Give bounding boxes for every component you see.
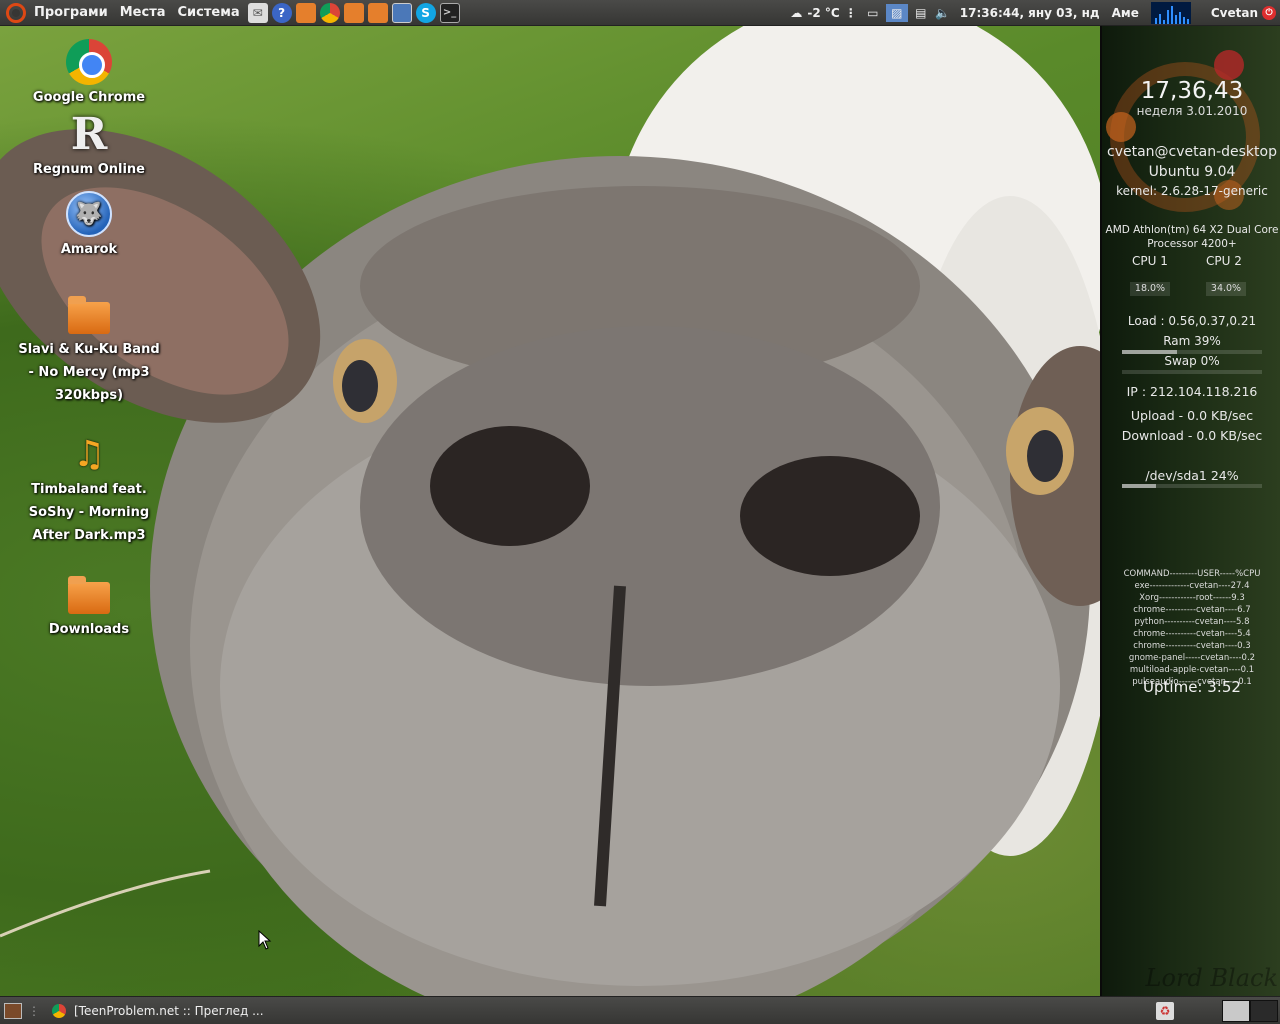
conky-process-row: gnome-panel-----cvetan----0.2 (1128, 653, 1256, 663)
conky-process-row: COMMAND---------USER-----%CPU (1123, 569, 1261, 579)
desktop-icon-label: Google Chrome (32, 90, 146, 105)
music-note-icon: ♫ (72, 433, 106, 475)
home-folder-icon[interactable] (295, 2, 316, 23)
conky-swap-bar (1122, 370, 1262, 374)
desktop-icon-music-file[interactable]: ♫ Timbaland feat. SoShy - Morning After … (18, 430, 160, 547)
conky-disk-bar-fill (1122, 484, 1156, 488)
weather-temp: -2 °C (807, 5, 840, 20)
terminal-icon[interactable]: >_ (439, 2, 460, 23)
conky-load: Load : 0.56,0.37,0.21 (1127, 314, 1257, 328)
user-name[interactable]: Cvetan (1197, 6, 1262, 20)
taskbar-item-browser[interactable]: [TeenProblem.net :: Преглед ... (46, 999, 272, 1023)
conky-process-row: exe-------------cvetan----27.4 (1134, 581, 1250, 591)
desktop-icon-chrome[interactable]: Google Chrome (18, 38, 160, 109)
folder-icon (65, 570, 113, 618)
conky-process-row: Xorg------------root------9.3 (1139, 593, 1245, 603)
desktop-icon-downloads[interactable]: Downloads (18, 570, 160, 641)
desktop-icon-label: Regnum Online (32, 162, 145, 177)
conky-process-row: chrome----------cvetan----0.3 (1133, 641, 1251, 651)
window-list-icon[interactable]: ▭ (864, 4, 882, 22)
weather-applet[interactable]: ☁ -2 °C (785, 4, 839, 22)
desktop-icon-folder-slavi[interactable]: Slavi & Ku-Ku Band - No Mercy (mp3 320kb… (18, 290, 160, 407)
regnum-icon: R (70, 108, 108, 160)
skype-icon[interactable]: S (415, 2, 436, 23)
keyboard-layout[interactable]: Аме (1106, 6, 1145, 20)
handle-icon: ⋮ (844, 5, 857, 20)
bottom-panel: ⋮ [TeenProblem.net :: Преглед ... ♻ (0, 996, 1280, 1024)
conky-uptime: Uptime: 3:52 (1143, 678, 1241, 696)
desktop-icon-label: Timbaland feat. SoShy - Morning After Da… (28, 482, 150, 543)
clock[interactable]: 17:36:44, яну 03, нд (954, 6, 1106, 20)
conky-cpu1-value: 18.0% (1130, 282, 1170, 296)
system-monitor-graph[interactable] (1150, 1, 1191, 24)
network-icon[interactable]: ▤ (912, 4, 930, 22)
volume-icon[interactable]: 🔈 (934, 4, 952, 22)
conky-process-row: multiload-apple-cvetan----0.1 (1129, 665, 1255, 675)
conky-ram: Ram 39% (1163, 334, 1221, 348)
top-panel: Програми Места Система ✉ ? S >_ ☁ -2 °C … (0, 0, 1280, 26)
conky-upload: Upload - 0.0 KB/sec (1130, 408, 1254, 423)
conky-process-list: COMMAND---------USER-----%CPU exe--------… (1102, 568, 1280, 688)
menu-applications[interactable]: Програми (28, 0, 114, 26)
menu-system[interactable]: Система (172, 0, 246, 26)
chrome-icon[interactable] (319, 2, 340, 23)
conky-process-row: chrome----------cvetan----6.7 (1133, 605, 1251, 615)
conky-user-host: cvetan@cvetan-desktop (1107, 144, 1277, 160)
conky-cpu2-value: 34.0% (1206, 282, 1246, 296)
desktop-icon-regnum[interactable]: R Regnum Online (18, 110, 160, 181)
workspace-1[interactable] (1222, 999, 1250, 1022)
folder-icon[interactable] (367, 2, 388, 23)
conky-swap: Swap 0% (1164, 354, 1220, 368)
taskbar-item-title: [TeenProblem.net :: Преглед ... (74, 1003, 264, 1018)
file-manager-icon[interactable] (391, 2, 412, 23)
power-icon[interactable]: ⏻ (1262, 5, 1276, 20)
desktop-wallpaper (0, 26, 1100, 996)
desktop-icon-label: Amarok (60, 242, 118, 257)
conky-cpu-model: AMD Athlon(tm) 64 X2 Dual Core Processor… (1105, 224, 1279, 250)
conky-cpu2-label: CPU 2 (1206, 254, 1242, 268)
folder-icon (65, 290, 113, 338)
display-icon[interactable]: ▨ (885, 3, 908, 22)
conky-process-row: chrome----------cvetan----5.4 (1133, 629, 1251, 639)
conky-cpu1-label: CPU 1 (1132, 254, 1168, 268)
conky-date: неделя 3.01.2010 (1136, 104, 1248, 118)
mouse-cursor-icon (258, 930, 272, 950)
logo-dot (1214, 50, 1244, 80)
help-icon[interactable]: ? (271, 2, 292, 23)
conky-disk-bar (1122, 484, 1262, 488)
home-folder-icon[interactable] (343, 2, 364, 23)
handle-icon: ⋮ (28, 1003, 40, 1018)
conky-ip: IP : 212.104.118.216 (1126, 384, 1258, 399)
desktop-icon-amarok[interactable]: 🐺 Amarok (18, 190, 160, 261)
conky-disk: /dev/sda1 24% (1145, 468, 1239, 483)
chrome-icon (52, 1003, 66, 1018)
conky-system-monitor: 17,36,43 неделя 3.01.2010 cvetan@cvetan-… (1100, 26, 1280, 996)
cloud-snow-icon: ☁ (790, 5, 803, 20)
menu-places[interactable]: Места (114, 0, 172, 26)
conky-process-row: python----------cvetan----5.8 (1134, 617, 1250, 627)
mail-icon[interactable]: ✉ (247, 2, 268, 23)
ubuntu-logo-icon[interactable] (6, 2, 26, 23)
chrome-icon (65, 38, 113, 86)
workspace-2[interactable] (1250, 999, 1278, 1022)
show-desktop-icon[interactable] (4, 1002, 22, 1019)
conky-kernel: kernel: 2.6.28-17-generic (1116, 184, 1268, 198)
desktop-icon-label: Downloads (48, 622, 130, 637)
signature-watermark: Lord Black (1145, 964, 1278, 992)
conky-time: 17,36,43 (1140, 78, 1244, 104)
amarok-wolf-icon: 🐺 (65, 190, 113, 238)
trash-icon[interactable]: ♻ (1156, 1001, 1174, 1020)
conky-os: Ubuntu 9.04 (1148, 164, 1236, 180)
desktop-icon-label: Slavi & Ku-Ku Band - No Mercy (mp3 320kb… (18, 342, 160, 403)
conky-download: Download - 0.0 KB/sec (1121, 428, 1263, 443)
